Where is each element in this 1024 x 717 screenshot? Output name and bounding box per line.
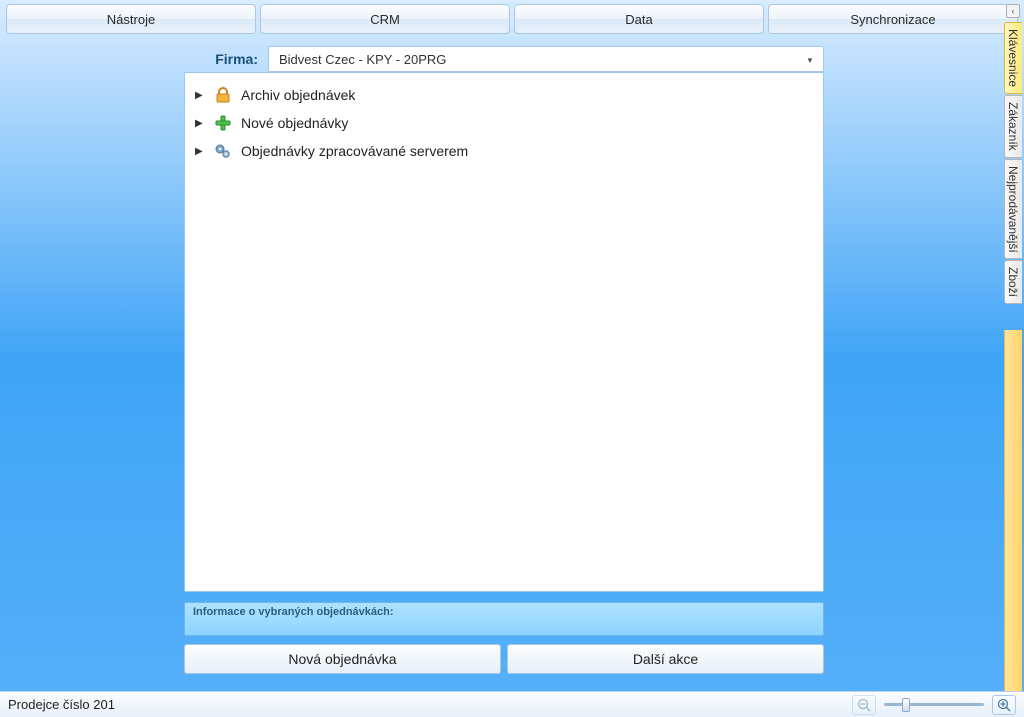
more-actions-label: Další akce (633, 651, 698, 667)
bottom-action-bar: Nová objednávka Další akce (184, 644, 824, 674)
crm-button[interactable]: CRM (260, 4, 510, 34)
zoom-in-button[interactable] (992, 695, 1016, 715)
company-combobox[interactable]: Bidvest Czec - KPY - 20PRG ▼ (268, 46, 824, 72)
expand-caret-icon: ▶ (195, 118, 205, 129)
seller-status-text: Prodejce číslo 201 (8, 697, 115, 712)
tree-item-label: Nové objednávky (241, 115, 348, 131)
zoom-thumb[interactable] (902, 698, 910, 712)
status-bar: Prodejce číslo 201 (0, 691, 1024, 717)
more-actions-button[interactable]: Další akce (507, 644, 824, 674)
new-order-label: Nová objednávka (288, 651, 396, 667)
crm-label: CRM (370, 12, 400, 27)
sync-label: Synchronizace (850, 12, 935, 27)
collapse-sidebar-button[interactable]: ‹ (1006, 4, 1020, 18)
zoom-out-button[interactable] (852, 695, 876, 715)
data-button[interactable]: Data (514, 4, 764, 34)
side-panel-filler (1004, 330, 1022, 693)
company-selected-value: Bidvest Czec - KPY - 20PRG (279, 52, 446, 67)
company-label: Firma: (178, 51, 258, 67)
expand-caret-icon: ▶ (195, 90, 205, 101)
lock-icon (213, 85, 233, 105)
side-tab-customer[interactable]: Zákazník (1004, 95, 1022, 158)
gears-icon (213, 141, 233, 161)
tree-item-label: Objednávky zpracovávané serverem (241, 143, 468, 159)
plus-icon (213, 113, 233, 133)
tree-item-new-orders[interactable]: ▶ Nové objednávky (191, 109, 817, 137)
zoom-in-icon (997, 698, 1011, 712)
tools-button[interactable]: Nástroje (6, 4, 256, 34)
new-order-button[interactable]: Nová objednávka (184, 644, 501, 674)
expand-caret-icon: ▶ (195, 146, 205, 157)
tree-item-server-orders[interactable]: ▶ Objednávky zpracovávané serverem (191, 137, 817, 165)
selected-orders-info: Informace o vybraných objednávkách: (184, 602, 824, 636)
tree-item-label: Archiv objednávek (241, 87, 355, 103)
orders-tree-panel: ▶ Archiv objednávek ▶ Nové objednávky ▶ … (184, 72, 824, 592)
side-tab-goods[interactable]: Zboží (1004, 260, 1022, 304)
sync-button[interactable]: Synchronizace (768, 4, 1018, 34)
top-toolbar: Nástroje CRM Data Synchronizace (0, 0, 1024, 38)
side-tab-bestselling[interactable]: Nejprodávanější (1004, 159, 1022, 260)
zoom-out-icon (857, 698, 871, 712)
company-selector-row: Firma: Bidvest Czec - KPY - 20PRG ▼ (28, 46, 1024, 72)
zoom-track (884, 703, 984, 706)
info-strip-label: Informace o vybraných objednávkách: (193, 606, 394, 618)
chevron-down-icon: ▼ (801, 51, 819, 69)
data-label: Data (625, 12, 652, 27)
chevron-left-icon: ‹ (1012, 6, 1015, 16)
tools-label: Nástroje (107, 12, 155, 27)
tree-item-archive[interactable]: ▶ Archiv objednávek (191, 81, 817, 109)
zoom-slider[interactable] (884, 695, 984, 715)
